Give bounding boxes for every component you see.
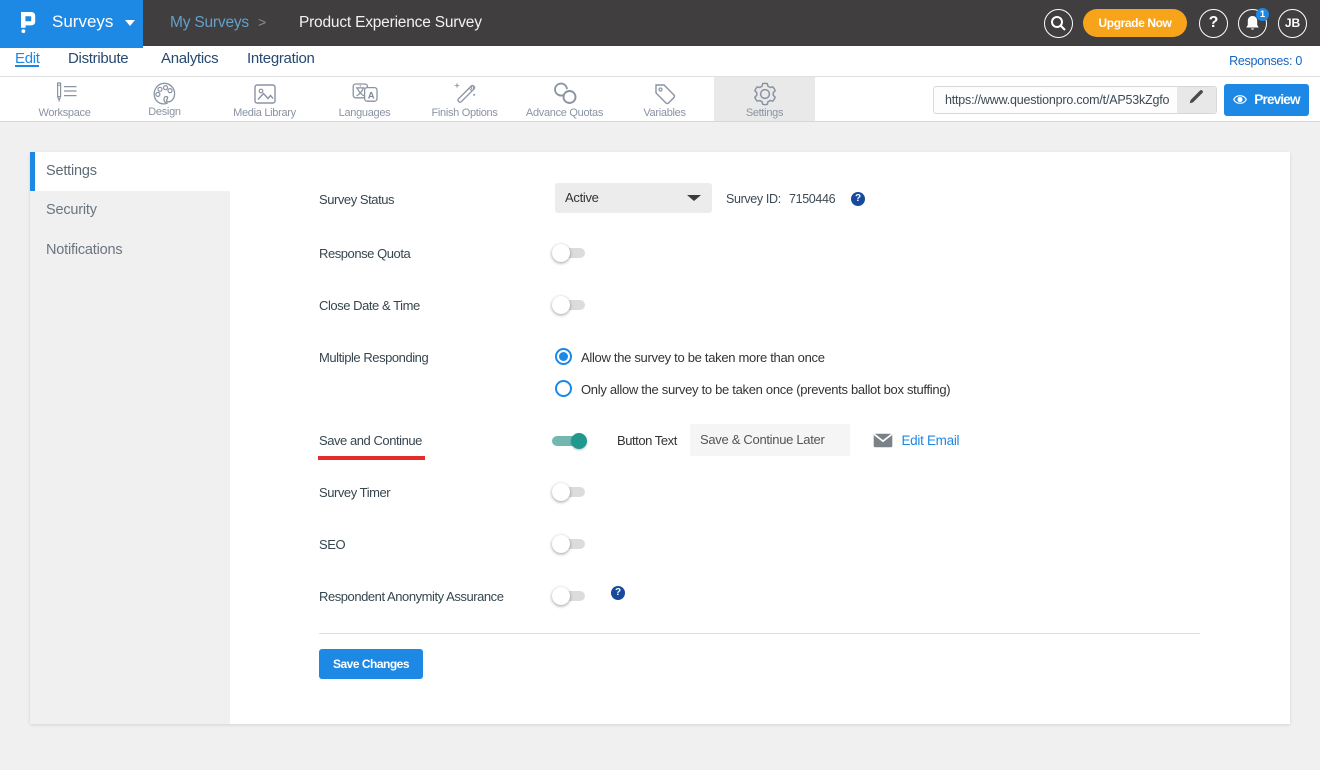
svg-text:A: A [367,90,374,101]
